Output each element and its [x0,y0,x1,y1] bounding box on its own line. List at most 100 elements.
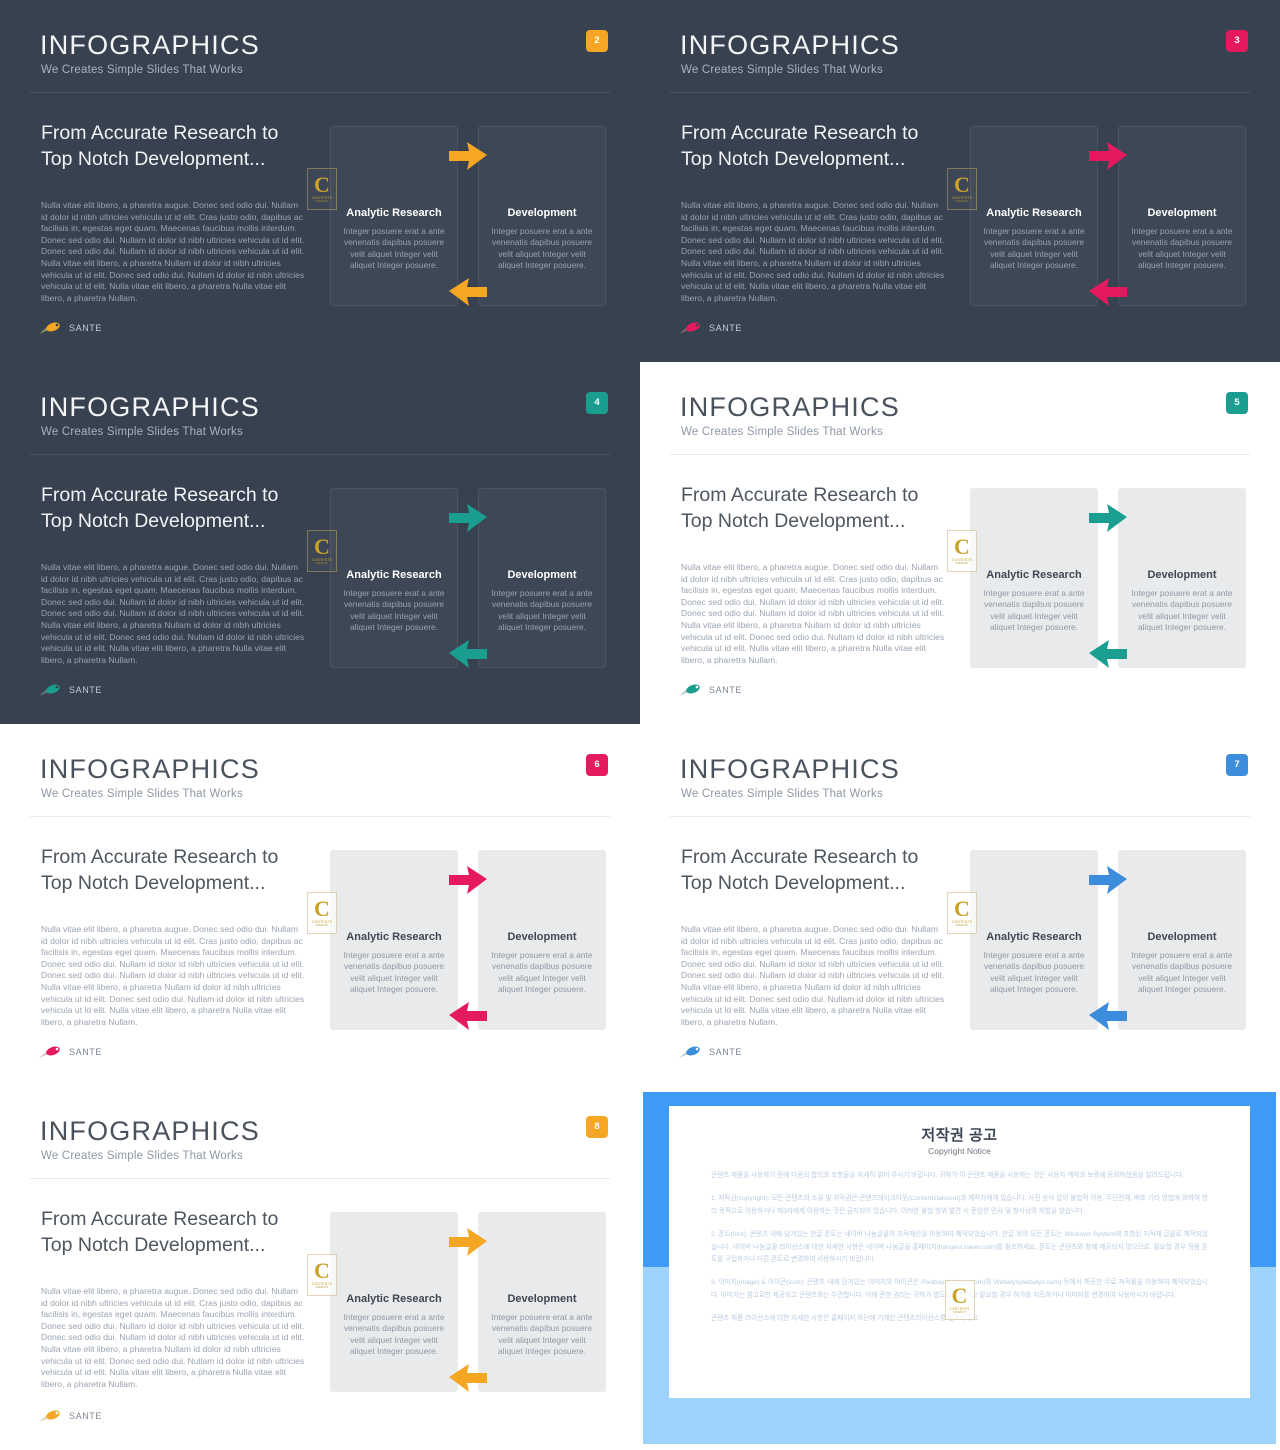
card-analytic-research[interactable]: Analytic Research Integer posuere erat a… [330,1212,458,1392]
page-title: INFOGRAPHICS [40,1116,260,1146]
page-subtitle: We Creates Simple Slides That Works [41,64,243,76]
slide-6[interactable]: INFOGRAPHICS We Creates Simple Slides Th… [0,724,640,1086]
slide-4-header: INFOGRAPHICS We Creates Simple Slides Th… [4,370,636,454]
watermark-letter: C [314,534,330,560]
watermark-letter: C [954,172,970,198]
card-analytic-research[interactable]: Analytic Research Integer posuere erat a… [330,126,458,306]
card-body: Integer posuere erat a ante venenatis da… [343,588,445,633]
page-subtitle: We Creates Simple Slides That Works [41,426,243,438]
page-number-badge[interactable]: 5 [1226,392,1248,414]
card-title: Analytic Research [986,931,1082,943]
page-title: INFOGRAPHICS [40,392,260,422]
page-title: INFOGRAPHICS [40,30,260,60]
page-subtitle: We Creates Simple Slides That Works [41,788,243,800]
card-development[interactable]: Development Integer posuere erat a ante … [1118,850,1246,1030]
card-title: Development [507,931,577,943]
brand-name: SANTE [69,685,103,695]
page-title: INFOGRAPHICS [680,392,900,422]
rocket-icon [39,684,60,696]
slide-3-header: INFOGRAPHICS We Creates Simple Slides Th… [644,8,1276,92]
copyright-slide[interactable]: 저작권 공고 Copyright Notice 콘텐츠 제품을 사용하기 전에 … [640,1086,1280,1450]
card-development[interactable]: Development Integer posuere erat a ante … [1118,488,1246,668]
card-development[interactable]: Development Integer posuere erat a ante … [478,126,606,306]
page-number-badge[interactable]: 8 [586,1116,608,1138]
slide-4-canvas: INFOGRAPHICS We Creates Simple Slides Th… [4,370,636,718]
copyright-title: 저작권 공고 [921,1127,998,1144]
slide-2[interactable]: INFOGRAPHICS We Creates Simple Slides Th… [0,0,640,362]
lead-heading: From Accurate Research to Top Notch Deve… [41,1208,279,1256]
header-divider [670,816,1250,817]
page-number-badge[interactable]: 7 [1226,754,1248,776]
card-body: Integer posuere erat a ante venenatis da… [1131,588,1233,633]
card-analytic-research[interactable]: Analytic Research Integer posuere erat a… [970,850,1098,1030]
header-divider [30,1178,610,1179]
slide-8-canvas: INFOGRAPHICS We Creates Simple Slides Th… [4,1094,636,1444]
process-cards: Analytic Research Integer posuere erat a… [330,126,606,306]
rocket-icon [679,1046,700,1058]
card-body: Integer posuere erat a ante venenatis da… [491,1312,593,1357]
page-subtitle: We Creates Simple Slides That Works [681,426,883,438]
card-title: Development [507,569,577,581]
contents-takeout-watermark-icon: C CONTENTS TAKEOUT [947,168,977,210]
card-development[interactable]: Development Integer posuere erat a ante … [478,488,606,668]
card-analytic-research[interactable]: Analytic Research Integer posuere erat a… [330,488,458,668]
watermark-line-2: TAKEOUT [315,199,329,203]
card-development[interactable]: Development Integer posuere erat a ante … [1118,126,1246,306]
card-body: Integer posuere erat a ante venenatis da… [1131,226,1233,271]
process-cards: Analytic Research Integer posuere erat a… [330,1212,606,1392]
brand-footer: SANTE [38,1408,102,1424]
page-number-badge[interactable]: 2 [586,30,608,52]
arrow-right-icon [1087,864,1129,898]
slide-7[interactable]: INFOGRAPHICS We Creates Simple Slides Th… [640,724,1280,1086]
watermark-letter: C [954,896,970,922]
slide-5-canvas: INFOGRAPHICS We Creates Simple Slides Th… [644,370,1276,718]
slide-8[interactable]: INFOGRAPHICS We Creates Simple Slides Th… [0,1086,640,1450]
page-title: INFOGRAPHICS [680,754,900,784]
lead-heading: From Accurate Research to Top Notch Deve… [681,846,919,894]
slide-4[interactable]: INFOGRAPHICS We Creates Simple Slides Th… [0,362,640,724]
brand-footer: SANTE [678,682,742,698]
watermark-letter: C [314,896,330,922]
contents-takeout-watermark-icon: C CONTENTS TAKEOUT [307,1254,337,1296]
slide-3[interactable]: INFOGRAPHICS We Creates Simple Slides Th… [640,0,1280,362]
copyright-clause-1: 1. 저작권(copyright): 모든 콘텐츠의 소유 및 저작권은 콘텐츠… [711,1195,1208,1215]
arrow-left-icon [447,1362,489,1396]
page-number-badge[interactable]: 3 [1226,30,1248,52]
slide-6-header: INFOGRAPHICS We Creates Simple Slides Th… [4,732,636,816]
card-development[interactable]: Development Integer posuere erat a ante … [478,1212,606,1392]
slide-3-canvas: INFOGRAPHICS We Creates Simple Slides Th… [644,8,1276,356]
arrow-right-icon [1087,140,1129,174]
rocket-icon [39,1046,60,1058]
contents-takeout-watermark-icon: C CONTENTS TAKEOUT [307,168,337,210]
card-analytic-research[interactable]: Analytic Research Integer posuere erat a… [330,850,458,1030]
card-title: Development [1147,569,1217,581]
page-title: INFOGRAPHICS [680,30,900,60]
arrow-left-icon [1087,1000,1129,1034]
watermark-line-2: TAKEOUT [955,561,969,565]
copyright-page: 저작권 공고 Copyright Notice 콘텐츠 제품을 사용하기 전에 … [669,1106,1250,1398]
slide-7-canvas: INFOGRAPHICS We Creates Simple Slides Th… [644,732,1276,1080]
process-cards: Analytic Research Integer posuere erat a… [970,488,1246,668]
brand-name: SANTE [69,1047,103,1057]
copyright-frame-bottom: 저작권 공고 Copyright Notice 콘텐츠 제품을 사용하기 전에 … [643,1092,1276,1444]
arrow-right-icon [447,1226,489,1260]
brand-footer: SANTE [38,682,102,698]
copyright-subtitle: Copyright Notice [928,1146,991,1156]
arrow-left-icon [447,1000,489,1034]
page-number-badge[interactable]: 4 [586,392,608,414]
slide-5-header: INFOGRAPHICS We Creates Simple Slides Th… [644,370,1276,454]
card-analytic-research[interactable]: Analytic Research Integer posuere erat a… [970,126,1098,306]
arrow-right-icon [447,864,489,898]
card-title: Development [507,207,577,219]
header-divider [30,816,610,817]
brand-footer: SANTE [38,320,102,336]
brand-name: SANTE [69,1411,103,1421]
watermark-letter: C [314,172,330,198]
card-development[interactable]: Development Integer posuere erat a ante … [478,850,606,1030]
card-analytic-research[interactable]: Analytic Research Integer posuere erat a… [970,488,1098,668]
slide-5[interactable]: INFOGRAPHICS We Creates Simple Slides Th… [640,362,1280,724]
card-body: Integer posuere erat a ante venenatis da… [983,950,1085,995]
page-number-badge[interactable]: 6 [586,754,608,776]
watermark-letter: C [954,534,970,560]
lead-heading: From Accurate Research to Top Notch Deve… [41,484,279,532]
